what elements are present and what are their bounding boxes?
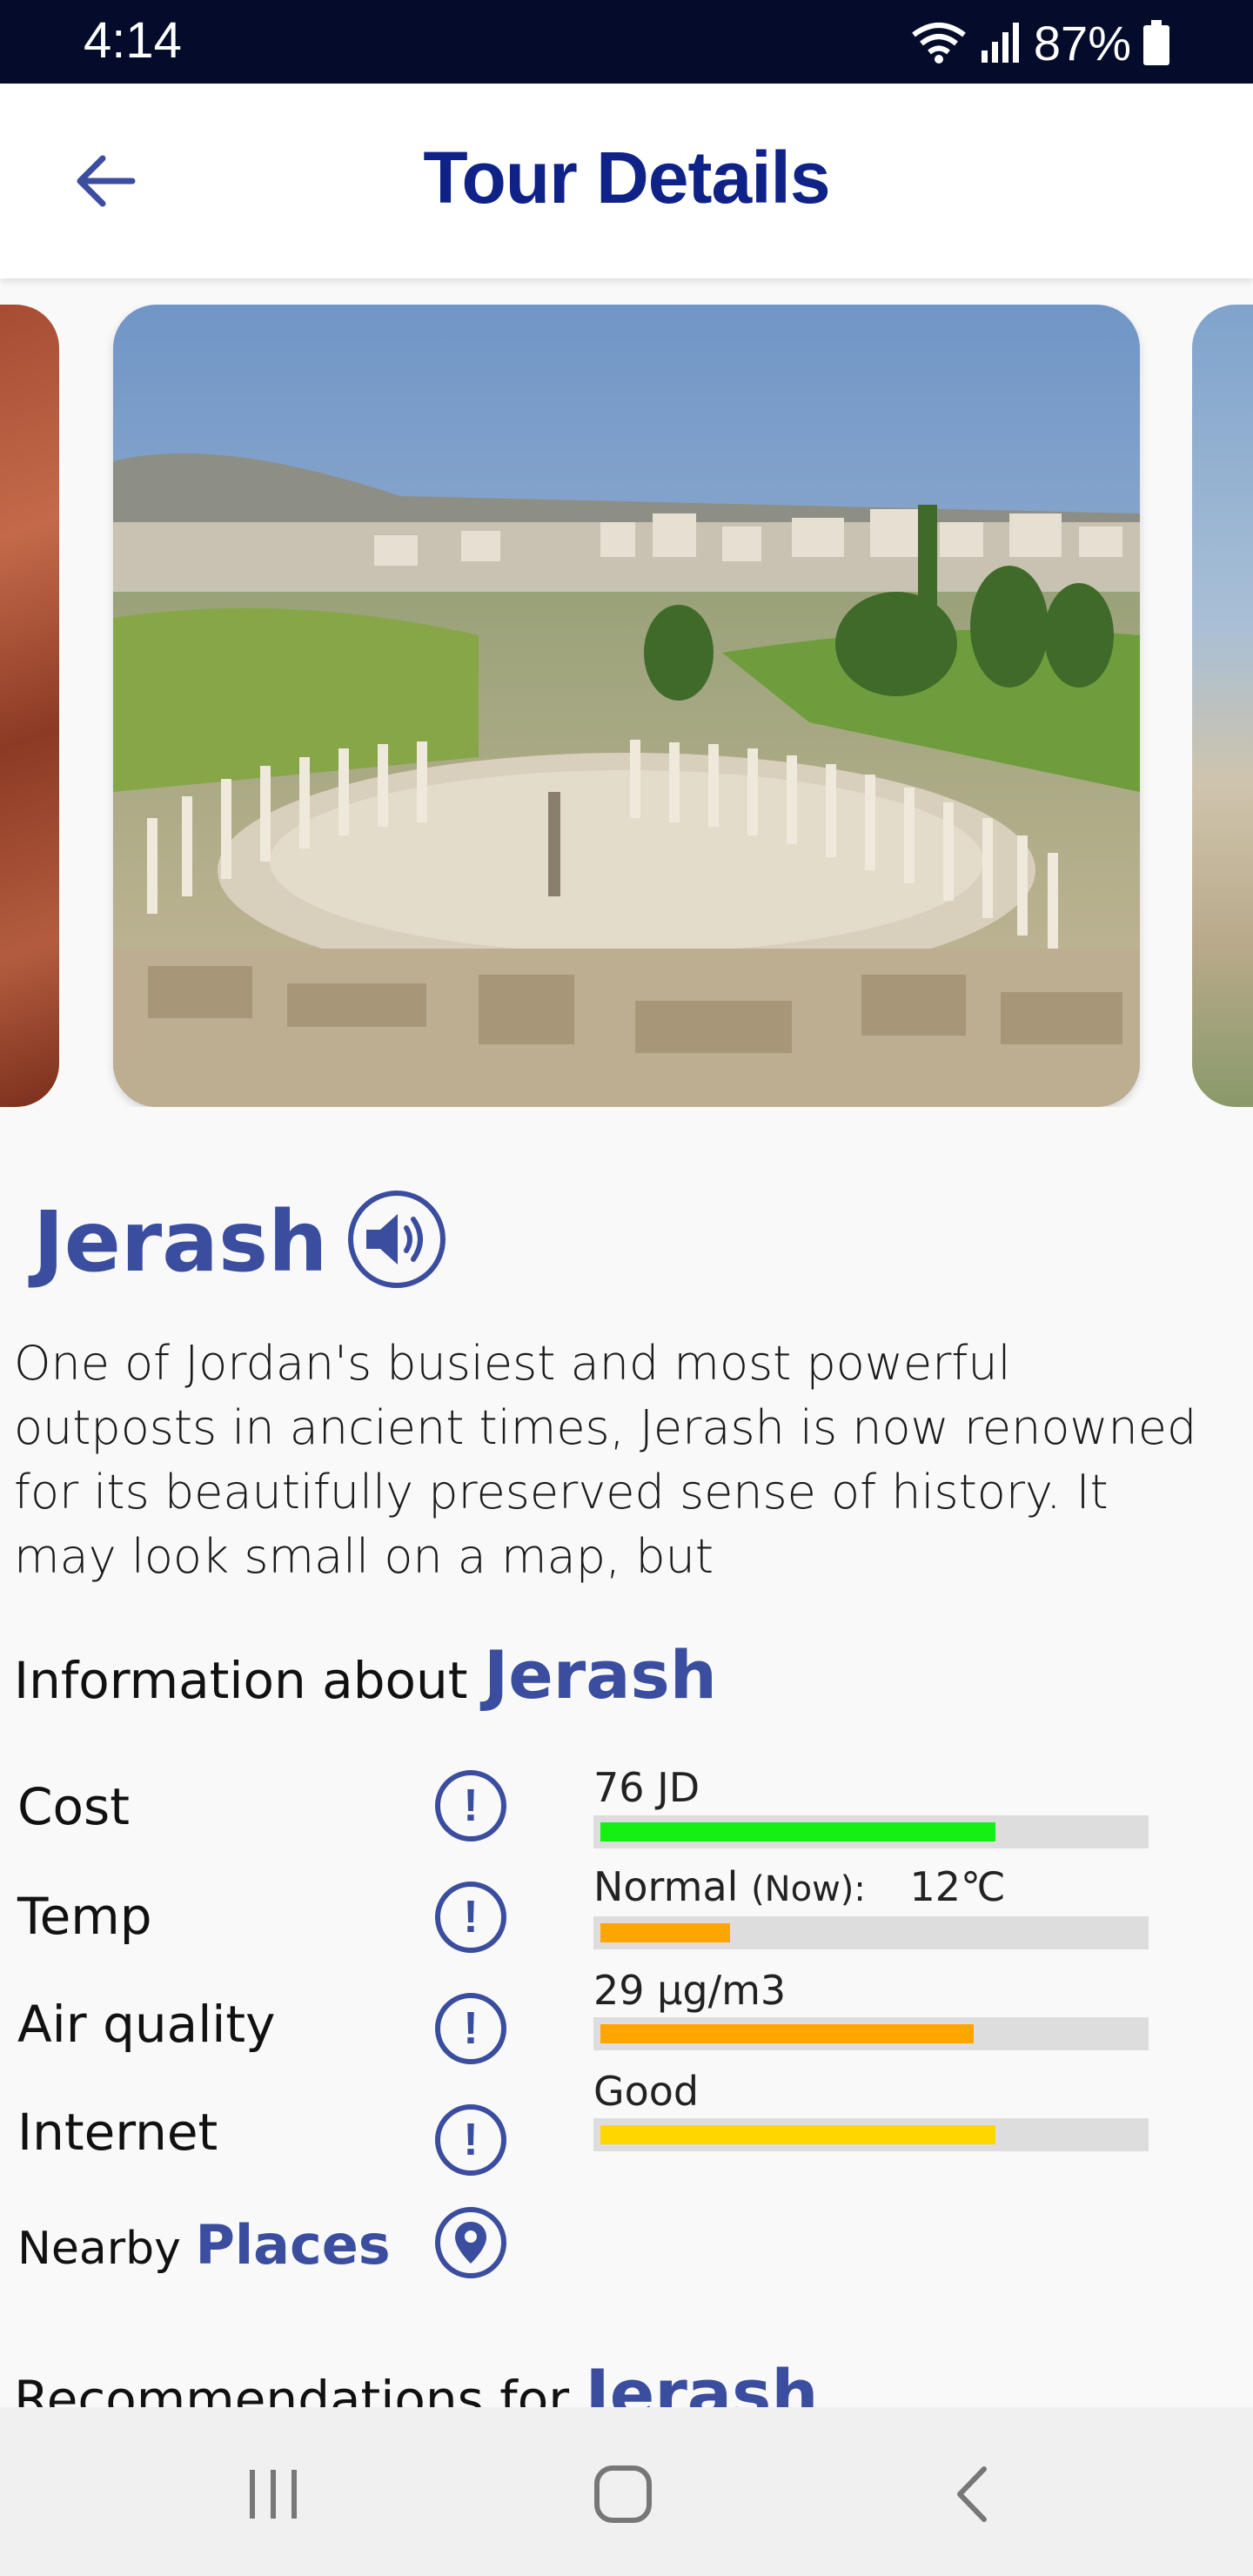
temp-bar-fill [600,1923,730,1942]
internet-value: Good [593,2068,700,2115]
signal-icon [981,23,1019,63]
internet-info-icon[interactable]: ! [435,2104,506,2176]
internet-bar-fill [600,2125,995,2144]
air-quality-bar-fill [600,2024,974,2043]
battery-icon [1143,20,1169,65]
place-description: One of Jordan's busiest and most powerfu… [14,1336,1197,1584]
temp-value-prefix: Normal [593,1863,739,1910]
home-icon [594,2465,652,2523]
image-carousel[interactable] [0,305,1253,1107]
carousel-image-next[interactable] [1192,305,1253,1107]
info-heading-place: Jerash [483,1636,717,1714]
temp-bar [593,1916,1149,1949]
temp-value-now: (Now): [751,1869,866,1909]
carousel-image-previous[interactable] [0,305,59,1107]
info-heading-prefix: Information about [14,1651,468,1710]
carousel-image-current[interactable] [113,305,1140,1107]
wifi-icon [912,23,966,64]
speaker-icon [366,1214,423,1265]
battery-percentage: 87% [1033,15,1131,70]
nearby-accent: Places [195,2213,391,2277]
temp-label: Temp [17,1887,152,1946]
chevron-left-icon [957,2466,987,2522]
air-quality-label: Air quality [17,1995,276,2054]
air-quality-info-icon[interactable]: ! [435,1993,506,2064]
air-quality-bar [593,2017,1149,2050]
cost-info-icon[interactable]: ! [435,1770,506,1841]
air-quality-value: 29 µg/m3 [593,1967,787,2014]
nearby-places-link[interactable]: Nearby Places [17,2210,391,2284]
system-back-button[interactable] [921,2451,1025,2538]
place-title: Jerash [33,1193,328,1291]
page-title: Tour Details [423,137,830,218]
cost-label: Cost [17,1777,130,1836]
status-time: 4:14 [84,12,182,69]
temp-value: Normal (Now): 12℃ [593,1862,1006,1914]
internet-bar [593,2118,1149,2151]
internet-label: Internet [17,2103,218,2162]
temp-info-icon[interactable]: ! [435,1882,506,1953]
recent-apps-icon [250,2470,297,2519]
recent-apps-button[interactable] [221,2451,325,2538]
status-icons: 87% [910,12,1169,73]
audio-button[interactable] [348,1191,446,1288]
nearby-prefix: Nearby [17,2223,181,2275]
ruins-photo [113,305,1140,1107]
cost-bar [593,1815,1149,1848]
system-nav-bar [0,2407,1253,2576]
location-pin-button[interactable] [435,2207,506,2278]
app-bar: Tour Details [0,84,1253,278]
cost-value: 76 JD [593,1764,700,1811]
temp-value-degrees: 12℃ [909,1863,1006,1910]
info-heading: Information about Jerash [14,1636,717,1720]
location-pin-icon [455,2222,486,2264]
cost-bar-fill [600,1822,995,1841]
home-button[interactable] [571,2451,675,2538]
status-bar: 4:14 87% [0,0,1253,84]
